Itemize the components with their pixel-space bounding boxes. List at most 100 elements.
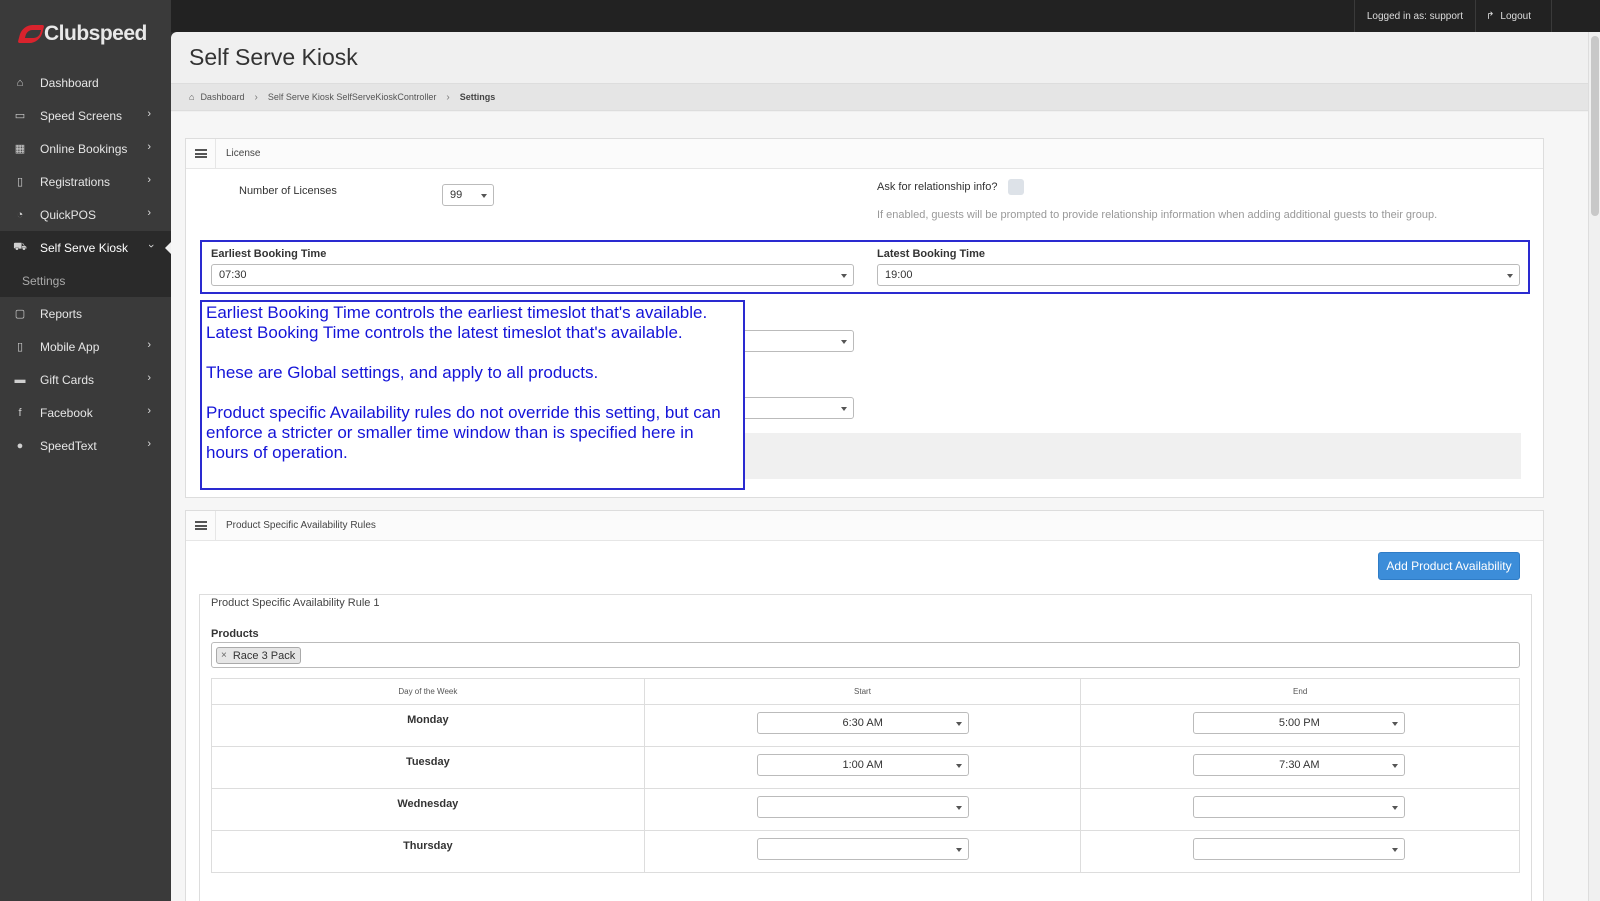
breadcrumb-dashboard[interactable]: Dashboard — [200, 92, 244, 102]
start-cell — [643, 788, 1082, 831]
sidebar-item-self-serve-kiosk[interactable]: ⛟ Self Serve Kiosk › — [0, 231, 172, 264]
hidden-setting-select-1[interactable] — [726, 330, 854, 352]
start-time-select[interactable]: 6:30 AM — [756, 712, 969, 734]
number-of-licenses-select[interactable]: 99 — [442, 184, 494, 206]
monitor-icon: ▭ — [14, 110, 26, 122]
start-cell: 6:30 AM — [643, 704, 1082, 747]
breadcrumb-controller[interactable]: Self Serve Kiosk SelfServeKioskControlle… — [268, 92, 437, 102]
license-panel: License Number of Licenses 99 Ask for re… — [185, 138, 1544, 498]
start-time-value: 1:00 AM — [842, 759, 883, 771]
end-cell — [1080, 830, 1520, 873]
sidebar: Clubspeed ⌂ Dashboard ▭ Speed Screens › ▦ Onli… — [0, 0, 172, 901]
panel-menu-icon[interactable] — [186, 510, 216, 541]
remove-tag-icon[interactable]: × — [221, 650, 227, 661]
end-time-select[interactable] — [1193, 796, 1406, 818]
end-time-value: 5:00 PM — [1278, 717, 1320, 729]
table-row: Thursday — [211, 830, 1520, 873]
chevron-right-icon: › — [147, 141, 151, 153]
end-time-select[interactable]: 7:30 AM — [1193, 754, 1406, 776]
sidebar-item-label: Reports — [40, 306, 83, 321]
chevron-down-icon — [1392, 806, 1399, 810]
file-icon: ▢ — [14, 308, 26, 320]
sidebar-item-quickpos[interactable]: ◔ QuickPOS › — [0, 198, 171, 231]
day-of-week: Thursday — [211, 830, 645, 873]
relationship-info-checkbox[interactable] — [1008, 179, 1024, 195]
start-time-select[interactable] — [756, 796, 969, 818]
annotation-callout: Earliest Booking Time controls the earli… — [200, 300, 745, 490]
chevron-down-icon — [1392, 764, 1399, 768]
breadcrumb-separator-icon: › — [254, 91, 258, 103]
number-of-licenses-label: Number of Licenses — [239, 185, 337, 197]
start-time-value: 6:30 AM — [842, 717, 883, 729]
column-header-day: Day of the Week — [211, 678, 645, 705]
table-row: Wednesday — [211, 788, 1520, 831]
hidden-setting-select-2[interactable] — [726, 397, 854, 419]
sidebar-subitem-settings[interactable]: Settings — [0, 264, 171, 297]
callout-paragraph-2: These are Global settings, and apply to … — [206, 363, 599, 382]
facebook-icon: f — [18, 406, 22, 419]
panel-menu-icon[interactable] — [186, 138, 216, 169]
breadcrumb-current: Settings — [459, 92, 496, 102]
end-time-select[interactable]: 5:00 PM — [1193, 712, 1406, 734]
breadcrumb-separator-icon: › — [446, 91, 450, 103]
end-cell: 7:30 AM — [1080, 746, 1520, 789]
home-icon: ⌂ — [16, 76, 24, 89]
sidebar-item-label: Dashboard — [40, 75, 99, 90]
day-of-week: Monday — [211, 704, 645, 747]
chevron-right-icon: › — [147, 339, 151, 351]
tablet-icon: ▯ — [16, 176, 24, 188]
clubspeed-logo[interactable]: Clubspeed — [17, 19, 147, 49]
chevron-down-icon — [1392, 722, 1399, 726]
chevron-down-icon — [955, 764, 962, 768]
start-time-select[interactable]: 1:00 AM — [756, 754, 969, 776]
availability-panel: Product Specific Availability Rules Add … — [185, 510, 1544, 901]
products-tag-input[interactable]: × Race 3 Pack — [211, 642, 1520, 668]
chevron-down-icon — [841, 407, 847, 411]
column-header-end: End — [1080, 678, 1520, 705]
availability-rule-1-title: Product Specific Availability Rule 1 — [211, 597, 380, 609]
sidebar-item-mobile-app[interactable]: ▯ Mobile App › — [0, 330, 171, 363]
end-cell — [1080, 788, 1520, 831]
add-product-availability-button[interactable]: Add Product Availability — [1378, 552, 1520, 580]
start-cell — [643, 830, 1082, 873]
sidebar-item-facebook[interactable]: f Facebook › — [0, 396, 171, 429]
calendar-icon: ▦ — [14, 143, 26, 155]
availability-panel-header: Product Specific Availability Rules — [186, 510, 1543, 541]
license-panel-header: License — [186, 138, 1543, 169]
credit-card-icon: ▬ — [14, 373, 26, 386]
home-icon: ⌂ — [189, 92, 195, 102]
sidebar-item-label: SpeedText — [40, 438, 97, 453]
dashboard-icon: ◔ — [16, 208, 24, 221]
availability-panel-title: Product Specific Availability Rules — [226, 520, 376, 531]
sidebar-item-gift-cards[interactable]: ▬ Gift Cards › — [0, 363, 171, 396]
sidebar-item-speed-screens[interactable]: ▭ Speed Screens › — [0, 99, 171, 132]
sidebar-item-online-bookings[interactable]: ▦ Online Bookings › — [0, 132, 171, 165]
chevron-down-icon — [841, 340, 847, 344]
end-time-value: 7:30 AM — [1279, 759, 1320, 771]
end-time-select[interactable] — [1193, 838, 1406, 860]
sidebar-item-dashboard[interactable]: ⌂ Dashboard — [0, 66, 171, 99]
day-of-week: Wednesday — [211, 788, 645, 831]
logout-label: Logout — [1500, 11, 1531, 22]
availability-week-table: Day of the Week Start End Monday 6:30 AM 5… — [211, 678, 1520, 873]
end-cell: 5:00 PM — [1080, 704, 1520, 747]
chevron-right-icon: › — [147, 207, 151, 219]
start-time-select[interactable] — [756, 838, 969, 860]
sidebar-item-speedtext[interactable]: ● SpeedText › — [0, 429, 171, 462]
chevron-right-icon: › — [147, 438, 151, 450]
scrollbar-thumb[interactable] — [1591, 36, 1599, 216]
sidebar-item-reports[interactable]: ▢ Reports — [0, 297, 171, 330]
logged-in-status: Logged in as: support — [1353, 0, 1475, 32]
sidebar-item-registrations[interactable]: ▯ Registrations › — [0, 165, 171, 198]
sidebar-item-label: Facebook — [40, 405, 93, 420]
logout-button[interactable]: ↱ Logout — [1475, 0, 1552, 32]
relationship-info-help: If enabled, guests will be prompted to p… — [877, 209, 1438, 221]
page-scrollbar[interactable] — [1588, 32, 1600, 901]
chevron-down-icon — [955, 722, 962, 726]
chevron-right-icon: › — [147, 372, 151, 384]
sidebar-item-label: Registrations — [40, 174, 111, 189]
sidebar-item-label: QuickPOS — [40, 207, 97, 222]
product-tag[interactable]: × Race 3 Pack — [216, 647, 302, 664]
page-title: Self Serve Kiosk — [189, 44, 358, 70]
sidebar-item-label: Speed Screens — [40, 108, 123, 123]
